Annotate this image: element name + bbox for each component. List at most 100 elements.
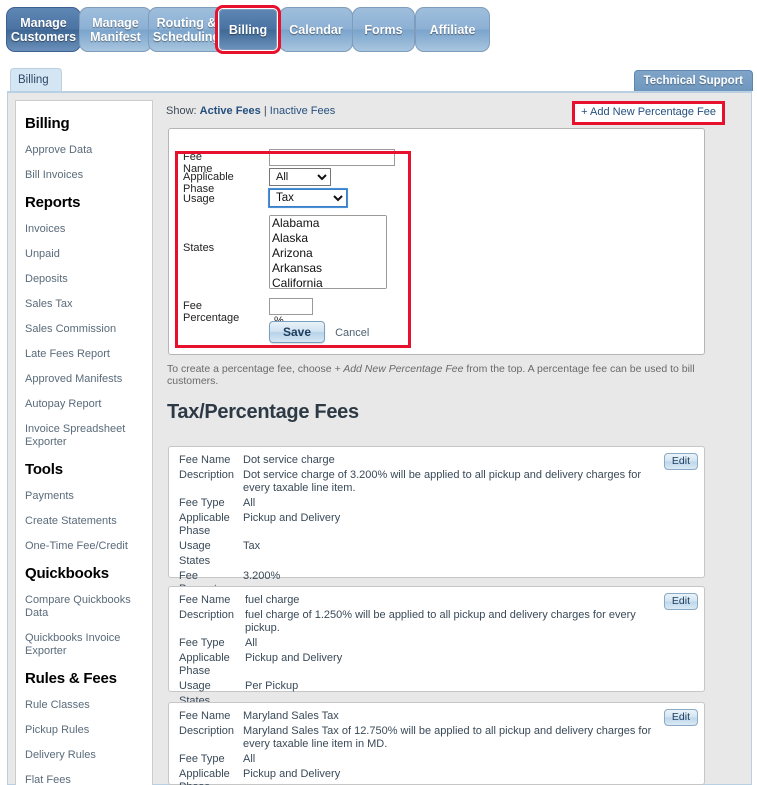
fee-field-value: All	[243, 753, 256, 765]
sidebar-item-payments[interactable]: Payments	[16, 484, 152, 509]
nav-tab-routing-scheduling[interactable]: Routing & Scheduling	[148, 7, 225, 52]
technical-support-label: Technical Support	[643, 75, 743, 87]
fee-card: Fee Name Dot service charge Description Dot…	[168, 446, 705, 595]
help-text-emphasis: + Add New Percentage Fee	[334, 363, 464, 375]
sidebar-item-sales-commission[interactable]: Sales Commission	[16, 317, 152, 342]
nav-tab-billing[interactable]: Billing	[215, 5, 281, 54]
active-fees-link[interactable]: Active Fees	[200, 105, 261, 117]
technical-support-button[interactable]: Technical Support	[633, 70, 753, 91]
sidebar-item-delivery-rules[interactable]: Delivery Rules	[16, 743, 152, 768]
sidebar-item-bill-invoices[interactable]: Bill Invoices	[16, 163, 152, 188]
states-listbox-wrap: AlabamaAlaskaArizonaArkansasCaliforniaCo…	[269, 215, 387, 289]
nav-tab-manage-manifest[interactable]: Manage Manifest	[79, 7, 152, 52]
fee-field-label: States	[179, 555, 211, 567]
sidebar-item-approve-data[interactable]: Approve Data	[16, 138, 152, 163]
fee-card-row: States	[169, 554, 704, 569]
applicable-phase-label: Applicable Phase	[183, 171, 234, 195]
sidebar-item-rule-classes[interactable]: Rule Classes	[16, 693, 152, 718]
fee-field-label: Fee Type	[179, 753, 225, 765]
sidebar-item-compare-quickbooks-data[interactable]: Compare Quickbooks Data	[16, 588, 152, 626]
sidebar-item-approved-manifests[interactable]: Approved Manifests	[16, 367, 152, 392]
page-title: Tax/Percentage Fees	[167, 401, 359, 423]
sidebar-item-create-statements[interactable]: Create Statements	[16, 509, 152, 534]
states-option[interactable]: Arkansas	[270, 261, 386, 276]
nav-tab-label: Forms	[364, 23, 403, 37]
fee-field-value: All	[243, 497, 256, 509]
edit-fee-button[interactable]: Edit	[663, 453, 698, 470]
fee-card-row: Fee Name Maryland Sales Tax	[169, 709, 704, 724]
nav-tab-label: Calendar	[289, 23, 343, 37]
sidebar-heading-tools: Tools	[25, 461, 63, 478]
nav-tab-affiliate[interactable]: Affiliate	[415, 7, 490, 52]
subtab-billing[interactable]: Billing	[10, 68, 62, 92]
fee-field-label: Usage	[179, 540, 211, 552]
nav-tab-forms[interactable]: Forms	[352, 7, 415, 52]
sidebar-item-invoices[interactable]: Invoices	[16, 217, 152, 242]
fee-card-row: Fee Type All	[169, 496, 704, 511]
fee-card-body: Fee Name Maryland Sales Tax Description Mar…	[169, 703, 704, 785]
sidebar-item-one-time-fee-credit[interactable]: One-Time Fee/Credit	[16, 534, 152, 559]
sidebar-item-flat-fees[interactable]: Flat Fees	[16, 768, 152, 785]
fee-field-label: Usage	[179, 680, 211, 692]
fee-card-row: Applicable Phase Pickup and Delivery	[169, 651, 704, 679]
states-option[interactable]: California	[270, 276, 386, 289]
fee-field-label: Description	[179, 609, 235, 621]
sidebar-item-unpaid[interactable]: Unpaid	[16, 242, 152, 267]
fee-field-label: Fee Name	[179, 710, 231, 722]
show-label: Show:	[166, 105, 197, 117]
nav-tab-label: Billing	[228, 23, 268, 37]
fee-field-label: Applicable Phase	[179, 652, 230, 677]
add-new-percentage-fee-button[interactable]: + Add New Percentage Fee	[572, 101, 725, 125]
fee-card-row: Applicable Phase Pickup and Delivery	[169, 511, 704, 539]
inactive-fees-link[interactable]: Inactive Fees	[270, 105, 335, 117]
fee-percentage-label: Fee Percentage	[183, 300, 240, 324]
fee-card-row: Description fuel charge of 1.250% will be…	[169, 608, 704, 636]
fee-field-label: Fee Type	[179, 637, 225, 649]
fee-field-value: fuel charge of 1.250% will be applied to…	[245, 609, 636, 634]
fee-field-label: Fee Name	[179, 594, 231, 606]
sidebar-item-invoice-spreadsheet-exporter[interactable]: Invoice Spreadsheet Exporter	[16, 417, 152, 455]
fee-field-value: Tax	[243, 540, 261, 552]
states-listbox[interactable]: AlabamaAlaskaArizonaArkansasCaliforniaCo…	[269, 215, 387, 289]
fee-card-row: Description Dot service charge of 3.200% …	[169, 468, 704, 496]
nav-tab-calendar[interactable]: Calendar	[279, 7, 353, 52]
sidebar-item-sales-tax[interactable]: Sales Tax	[16, 292, 152, 317]
fee-percentage-input[interactable]	[269, 298, 313, 315]
applicable-phase-select[interactable]: All	[269, 168, 331, 186]
sidebar-item-deposits[interactable]: Deposits	[16, 267, 152, 292]
states-option[interactable]: Alabama	[270, 216, 386, 231]
sidebar-item-autopay-report[interactable]: Autopay Report	[16, 392, 152, 417]
fee-card-table: Fee Name Maryland Sales Tax Description Mar…	[169, 709, 704, 785]
sidebar-item-pickup-rules[interactable]: Pickup Rules	[16, 718, 152, 743]
add-new-percentage-fee-label: + Add New Percentage Fee	[581, 106, 716, 118]
edit-fee-button[interactable]: Edit	[663, 709, 698, 726]
usage-label: Usage	[183, 193, 215, 205]
fee-field-label: Applicable Phase	[179, 512, 230, 537]
save-button[interactable]: Save	[269, 321, 326, 343]
cancel-link[interactable]: Cancel	[335, 327, 369, 339]
edit-fee-button[interactable]: Edit	[663, 593, 698, 610]
states-option[interactable]: Alaska	[270, 231, 386, 246]
fee-field-value: Pickup and Delivery	[243, 768, 341, 780]
add-fee-form-panel: Fee Name Applicable Phase All Usage Tax …	[168, 128, 705, 355]
fee-card-row: Usage Tax	[169, 539, 704, 554]
nav-tab-label: Routing &	[156, 16, 217, 30]
states-option[interactable]: Arizona	[270, 246, 386, 261]
sidebar-item-quickbooks-invoice-exporter[interactable]: Quickbooks Invoice Exporter	[16, 626, 152, 664]
sidebar-navigation: Billing Approve Data Bill Invoices Reports I…	[15, 100, 153, 785]
fee-field-value: fuel charge	[245, 594, 300, 606]
help-text: To create a percentage fee, choose + Add…	[167, 363, 727, 387]
states-label: States	[183, 242, 215, 254]
nav-tab-manage-customers[interactable]: Manage Customers	[6, 7, 81, 52]
usage-select[interactable]: Tax	[268, 188, 348, 208]
subtab-billing-label: Billing	[18, 74, 49, 86]
help-text-part1: To create a percentage fee, choose	[167, 363, 335, 375]
fee-name-input[interactable]	[269, 149, 395, 166]
sidebar-heading-billing: Billing	[25, 115, 70, 132]
show-separator: |	[263, 105, 267, 117]
fee-field-label: Description	[179, 725, 235, 737]
sidebar-item-late-fees-report[interactable]: Late Fees Report	[16, 342, 152, 367]
fee-card-row: Usage Per Pickup	[169, 679, 704, 694]
fee-card: Fee Name fuel charge Description fuel charg…	[168, 586, 705, 735]
fee-field-label: Fee Name	[179, 454, 231, 466]
